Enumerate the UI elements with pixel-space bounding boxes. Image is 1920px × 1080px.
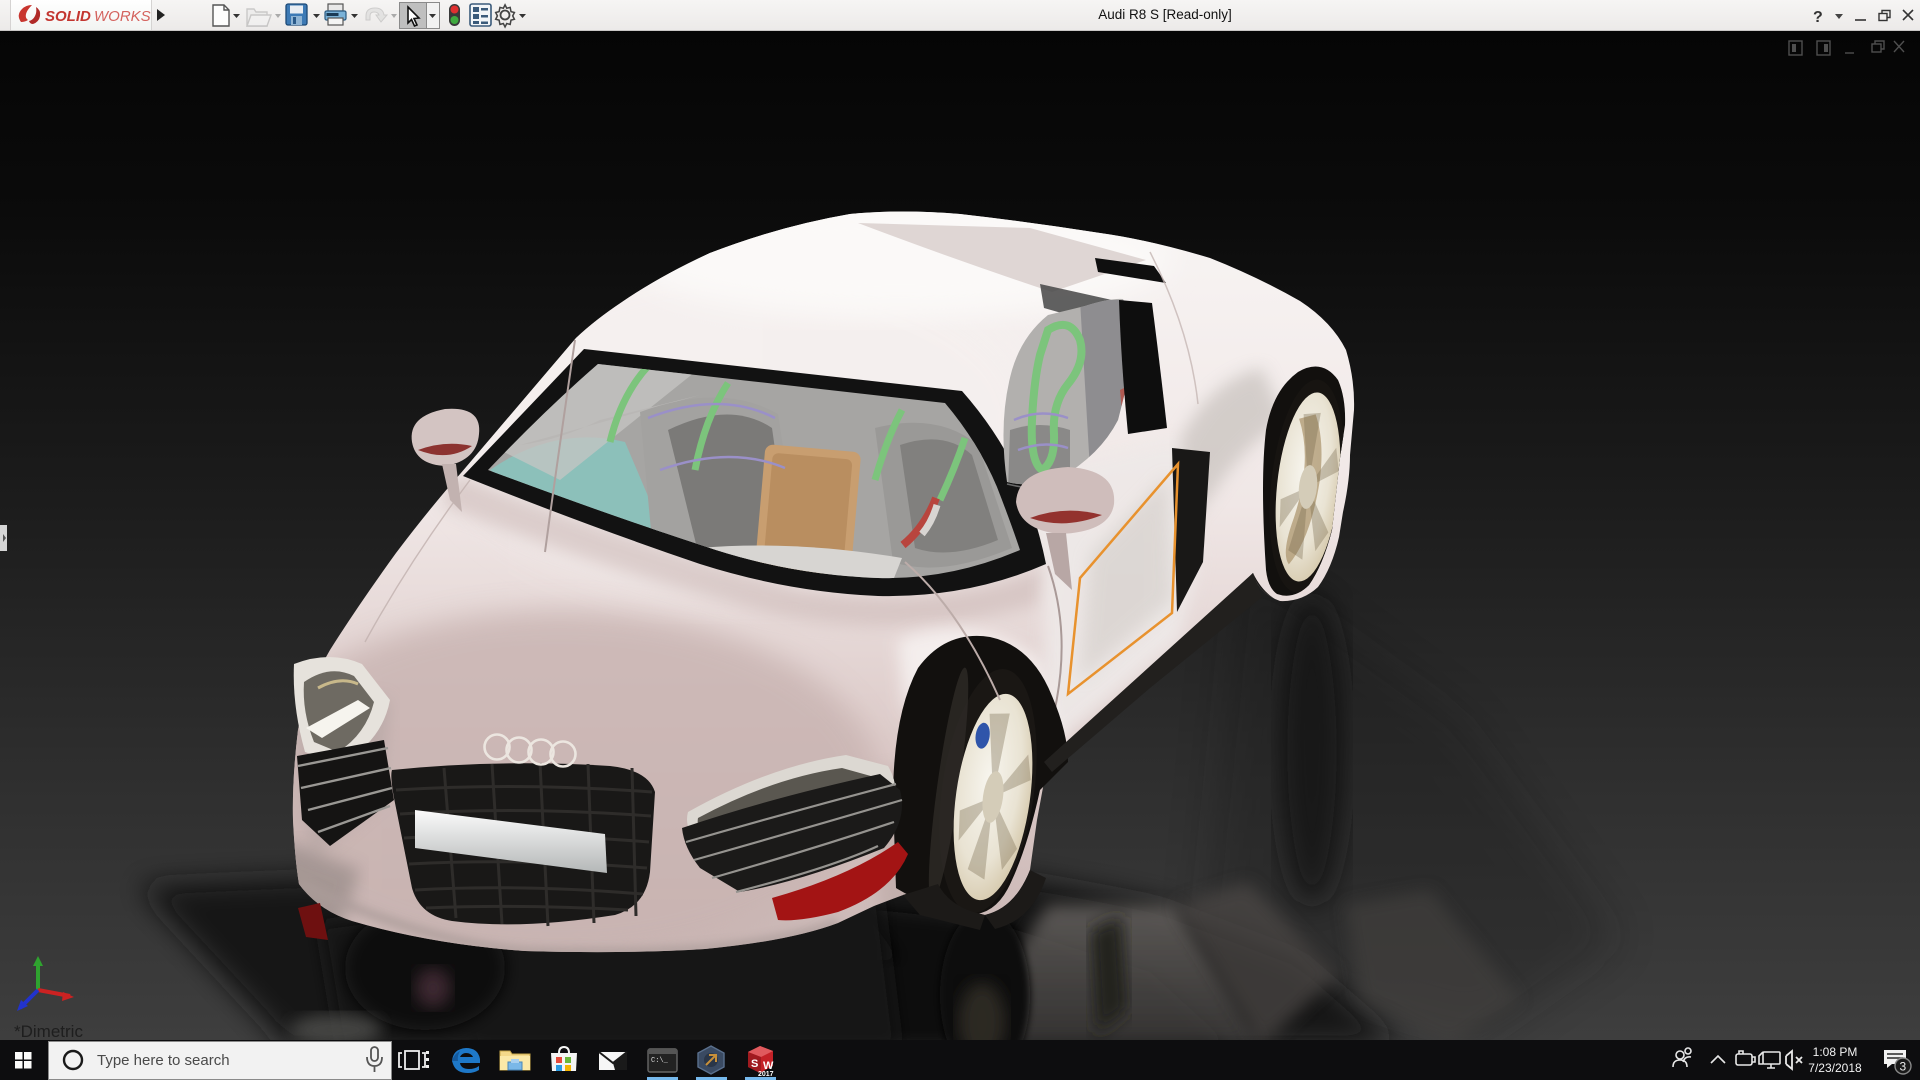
- svg-text:C:\_: C:\_: [651, 1057, 669, 1065]
- svg-text:?: ?: [1813, 9, 1823, 26]
- svg-text:3: 3: [1900, 1060, 1907, 1074]
- svg-text:S: S: [751, 1058, 758, 1070]
- svg-text:WORKS: WORKS: [94, 8, 151, 25]
- svg-text:*Dimetric: *Dimetric: [14, 1022, 83, 1040]
- svg-text:SOLID: SOLID: [45, 8, 91, 25]
